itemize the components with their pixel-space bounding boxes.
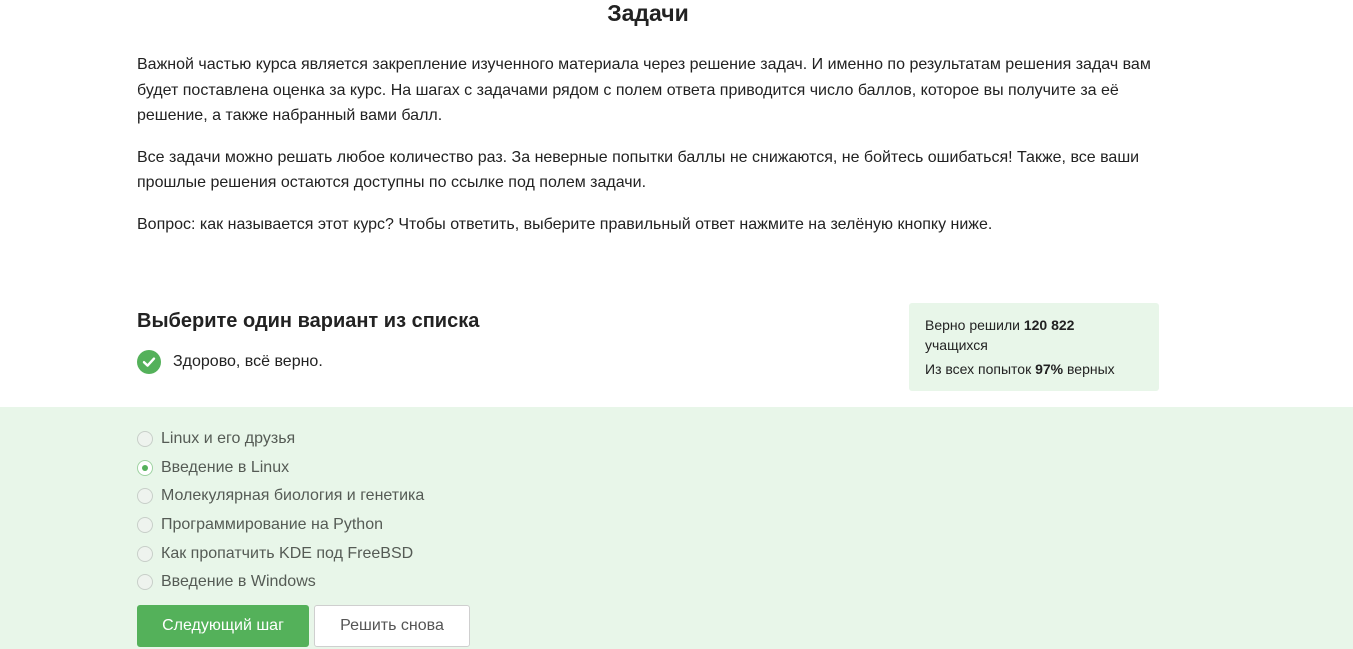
retry-button[interactable]: Решить снова — [314, 605, 470, 647]
feedback-text: Здорово, всё верно. — [173, 353, 323, 370]
stats-attempts-percent: 97% — [1035, 361, 1064, 377]
radio-button[interactable] — [137, 545, 153, 562]
page: Задачи Важной частью курса является закр… — [0, 0, 1353, 649]
option-item[interactable]: Как пропатчить KDE под FreeBSD — [137, 539, 424, 568]
option-label: Молекулярная биология и генетика — [161, 487, 425, 505]
option-label: Как пропатчить KDE под FreeBSD — [161, 544, 414, 562]
next-step-button[interactable]: Следующий шаг — [137, 605, 309, 647]
lesson-paragraph: Все задачи можно решать любое количество… — [137, 148, 1140, 192]
answer-area: Linux и его друзья Введение в Linux Моле… — [0, 407, 1353, 649]
option-label: Введение в Linux — [161, 458, 290, 476]
lesson-paragraph: Вопрос: как называется этот курс? Чтобы … — [137, 215, 993, 233]
option-item[interactable]: Linux и его друзья — [137, 425, 424, 454]
option-label: Введение в Windows — [161, 573, 316, 591]
options-list: Linux и его друзья Введение в Linux Моле… — [137, 425, 424, 597]
radio-button[interactable] — [137, 459, 153, 476]
radio-button[interactable] — [137, 517, 153, 534]
radio-button[interactable] — [137, 574, 153, 591]
page-title: Задачи — [607, 0, 689, 26]
option-item[interactable]: Молекулярная биология и генетика — [137, 482, 424, 511]
check-circle-icon — [137, 350, 161, 374]
option-label: Linux и его друзья — [161, 430, 296, 448]
option-item[interactable]: Программирование на Python — [137, 511, 424, 540]
option-item[interactable]: Введение в Windows — [137, 568, 424, 597]
radio-button[interactable] — [137, 488, 153, 505]
stats-solved-prefix: Верно решили — [925, 317, 1020, 333]
stats-attempts-prefix: Из всех попыток — [925, 361, 1032, 377]
stats-attempts-suffix: верных — [1067, 361, 1115, 377]
stats-panel: Верно решили 120 822 учащихся Из всех по… — [909, 303, 1159, 391]
lesson-text: Важной частью курса является закрепление… — [137, 52, 1159, 254]
option-label: Программирование на Python — [161, 516, 383, 534]
feedback-message: Здорово, всё верно. — [137, 350, 323, 374]
radio-button[interactable] — [137, 431, 153, 448]
option-item[interactable]: Введение в Linux — [137, 454, 424, 483]
stats-solved-suffix: учащихся — [925, 337, 988, 353]
stats-solved-count: 120 822 — [1023, 317, 1075, 333]
stats-attempts: Из всех попыток 97% верных — [925, 359, 1143, 379]
stats-solved: Верно решили 120 822 учащихся — [925, 315, 1143, 355]
lesson-paragraph: Важной частью курса является закрепление… — [137, 56, 1151, 125]
quiz-heading: Выберите один вариант из списка — [137, 310, 480, 332]
